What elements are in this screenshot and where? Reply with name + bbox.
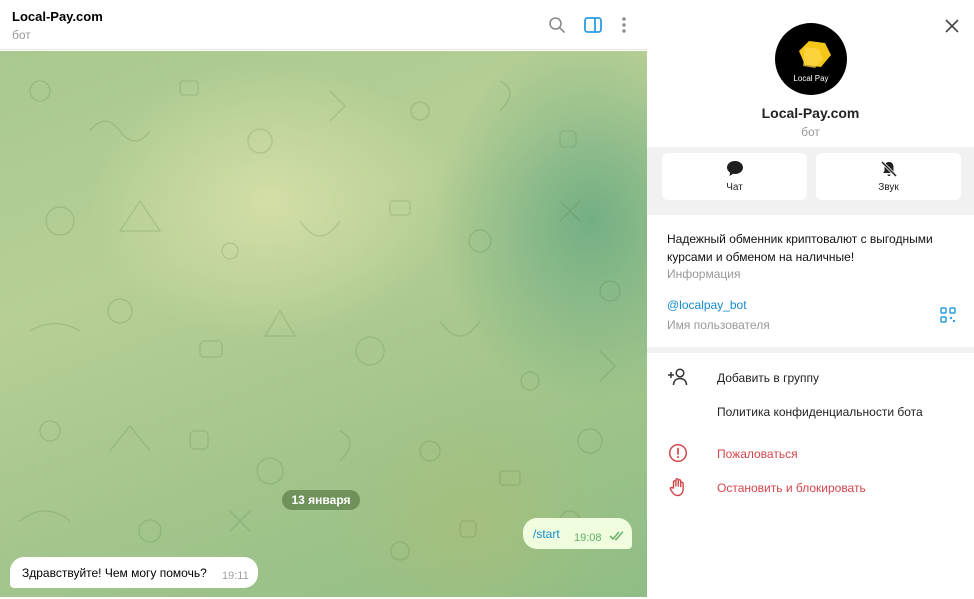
mute-button-label: Звук	[878, 182, 899, 193]
local-pay-logo-icon	[799, 41, 831, 68]
close-icon	[945, 19, 959, 33]
avatar[interactable]: Local Pay	[775, 23, 847, 95]
profile-name: Local-Pay.com	[761, 105, 860, 121]
message-text: Здравствуйте! Чем могу помочь?	[22, 566, 207, 580]
add-to-group-item[interactable]: Добавить в группу	[647, 362, 974, 392]
block-item[interactable]: Остановить и блокировать	[647, 472, 974, 502]
wallpaper-pattern	[19, 80, 621, 561]
hand-stop-icon	[669, 478, 684, 497]
alert-circle-icon	[668, 443, 688, 463]
search-button[interactable]	[545, 13, 569, 37]
menu-item-label: Пожаловаться	[717, 447, 798, 461]
mute-button[interactable]: Звук	[816, 153, 961, 200]
search-icon	[549, 17, 565, 33]
bot-description: Надежный обменник криптовалют с выгодным…	[667, 232, 933, 264]
close-panel-button[interactable]	[942, 16, 962, 36]
add-user-icon	[668, 368, 688, 386]
more-options-button[interactable]	[612, 13, 636, 37]
username-caption: Имя пользователя	[667, 318, 770, 332]
profile-panel: Local Pay Local-Pay.com бот Чат Звук Над…	[647, 0, 974, 599]
message-text[interactable]: /start	[533, 527, 560, 541]
chat-title[interactable]: Local-Pay.com	[12, 9, 103, 24]
message-time: 19:08	[574, 532, 602, 544]
message-time: 19:11	[222, 570, 249, 582]
sidebar-toggle-button[interactable]	[581, 13, 605, 37]
chat-bubble-icon	[726, 161, 743, 176]
privacy-policy-item[interactable]: Политика конфиденциальности бота	[647, 396, 974, 426]
chat-button[interactable]: Чат	[662, 153, 807, 200]
more-vertical-icon	[622, 17, 626, 33]
bell-muted-icon	[880, 160, 897, 178]
username-link[interactable]: @localpay_bot	[667, 298, 747, 312]
chat-status: бот	[12, 28, 31, 42]
date-separator: 13 января	[282, 490, 360, 510]
incoming-message[interactable]: Здравствуйте! Чем могу помочь? 19:11	[10, 557, 258, 588]
chat-panel: Local-Pay.com бот 13 января /start 19:08…	[0, 0, 647, 599]
outgoing-message[interactable]: /start 19:08	[523, 518, 632, 549]
profile-status: бот	[801, 125, 820, 139]
avatar-label: Local Pay	[793, 74, 829, 83]
sidebar-toggle-icon	[584, 17, 602, 33]
menu-item-label: Остановить и блокировать	[717, 481, 866, 495]
section-divider	[647, 347, 974, 353]
chat-button-label: Чат	[726, 182, 743, 193]
report-item[interactable]: Пожаловаться	[647, 438, 974, 468]
menu-item-label: Политика конфиденциальности бота	[717, 405, 923, 419]
menu-item-label: Добавить в группу	[717, 371, 819, 385]
description-caption: Информация	[667, 267, 741, 281]
profile-info: Надежный обменник криптовалют с выгодным…	[647, 215, 974, 347]
chat-header: Local-Pay.com бот	[0, 0, 647, 50]
double-check-icon	[609, 531, 624, 541]
qr-code-icon[interactable]	[940, 307, 956, 323]
chat-message-area[interactable]: 13 января /start 19:08 Здравствуйте! Чем…	[0, 51, 647, 597]
profile-actions: Чат Звук	[647, 147, 974, 215]
